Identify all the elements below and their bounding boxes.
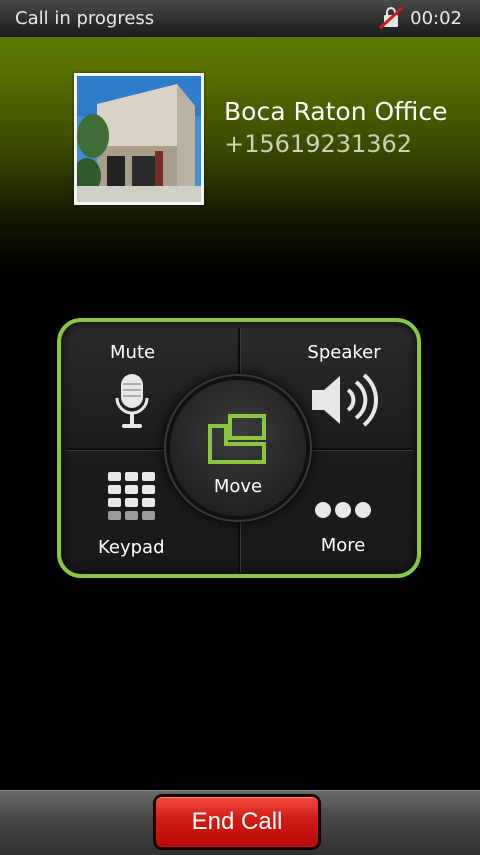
caller-name: Boca Raton Office [224,97,448,126]
end-call-button[interactable]: End Call [153,794,321,850]
status-time: 00:02 [410,8,462,29]
contact-photo [74,73,204,205]
status-bar: Call in progress 00:02 [0,0,480,38]
more-label: More [320,535,366,556]
keypad-label: Keypad [98,537,165,558]
caller-area [0,37,480,327]
move-button[interactable]: Move [170,380,306,516]
move-label: Move [213,476,263,497]
no-signal-icon [378,6,404,30]
microphone-icon [115,374,149,428]
mute-label: Mute [110,342,156,363]
speaker-label: Speaker [307,342,381,363]
caller-number: +15619231362 [224,130,413,158]
more-dots-icon [315,502,371,518]
keypad-icon [108,472,155,520]
move-call-icon [208,414,266,464]
speaker-icon [312,373,378,427]
building-photo-image [77,76,201,202]
status-title: Call in progress [15,8,155,29]
